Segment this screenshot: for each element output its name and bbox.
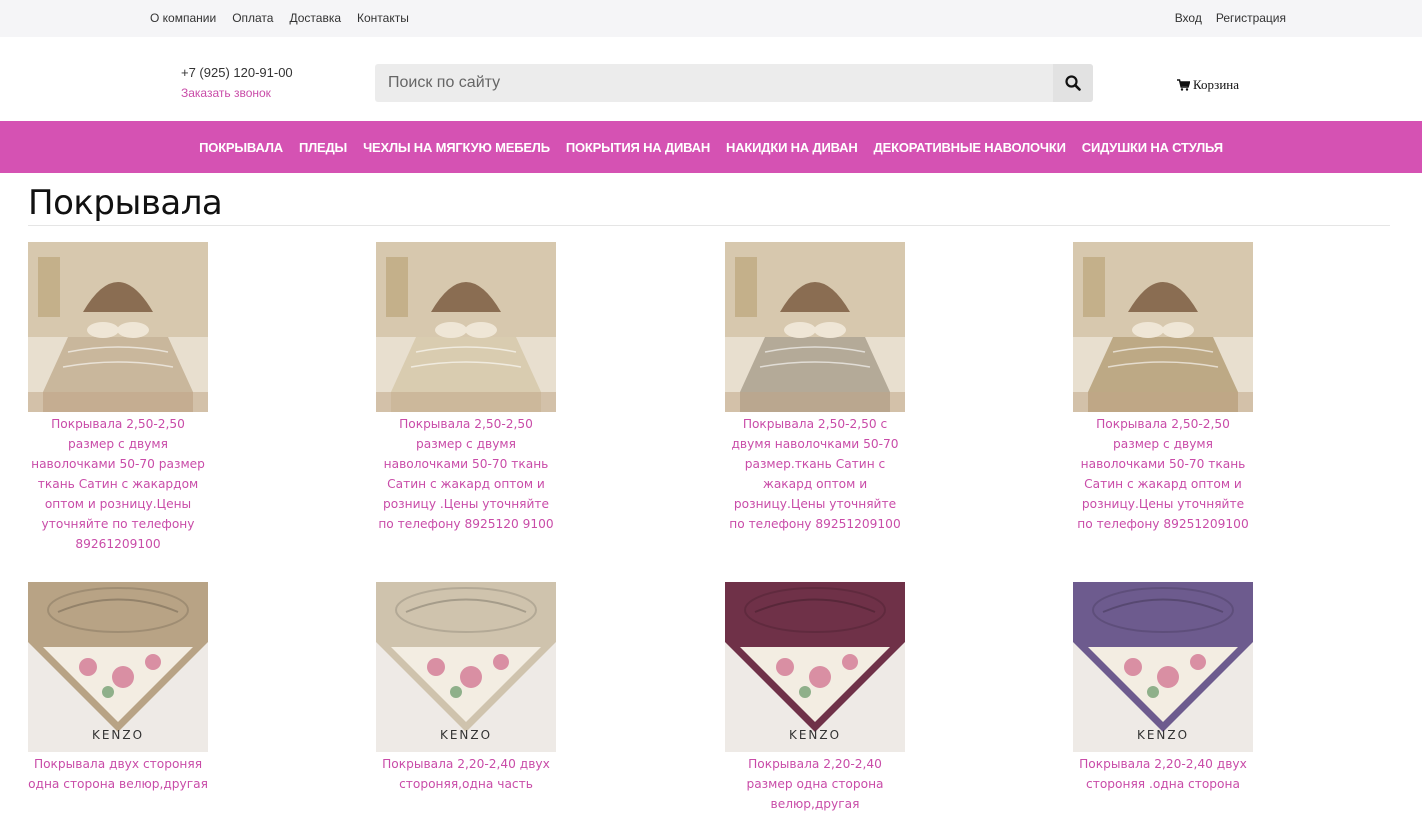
link-about[interactable]: О компании	[150, 11, 216, 25]
nav-furniture-covers[interactable]: ЧЕХЛЫ НА МЯГКУЮ МЕБЕЛЬ	[363, 140, 550, 155]
product-image	[376, 582, 556, 752]
product-caption[interactable]: Покрывала 2,50-2,50 с двумя наволочками …	[725, 414, 905, 534]
top-links: О компании Оплата Доставка Контакты	[150, 11, 409, 25]
brand-watermark: KENZO	[1136, 728, 1190, 742]
product-card[interactable]: Покрывала 2,50-2,50 с двумя наволочками …	[725, 242, 905, 534]
page-title: Покрывала	[28, 183, 223, 223]
product-caption[interactable]: Покрывала 2,20-2,40 размер одна сторона …	[725, 754, 905, 814]
product-image	[376, 242, 556, 412]
search-box	[375, 64, 1093, 102]
product-image	[725, 582, 905, 752]
auth-links: Вход Регистрация	[1175, 11, 1286, 25]
product-caption[interactable]: Покрывала 2,20-2,40 двух стороняя .одна …	[1073, 754, 1253, 794]
nav-plaids[interactable]: ПЛЕДЫ	[299, 140, 347, 155]
product-card[interactable]: KENZO Покрывала 2,20-2,40 размер одна сто…	[725, 582, 905, 814]
product-card[interactable]: KENZO Покрывала 2,20-2,40 двух стороняя .…	[1073, 582, 1253, 794]
callback-link[interactable]: Заказать звонок	[181, 86, 271, 100]
nav-sofa-throws[interactable]: НАКИДКИ НА ДИВАН	[726, 140, 858, 155]
product-caption[interactable]: Покрывала 2,50-2,50 размер с двумя навол…	[376, 414, 556, 534]
login-link[interactable]: Вход	[1175, 11, 1202, 25]
product-card[interactable]: Покрывала 2,50-2,50 размер с двумя навол…	[376, 242, 556, 534]
product-caption[interactable]: Покрывала двух стороняя одна сторона вел…	[28, 754, 208, 794]
brand-watermark: KENZO	[788, 728, 842, 742]
nav-bedspreads[interactable]: ПОКРЫВАЛА	[199, 140, 283, 155]
search-input[interactable]	[375, 64, 1053, 102]
top-bar: О компании Оплата Доставка Контакты Вход…	[0, 0, 1422, 37]
link-payment[interactable]: Оплата	[232, 11, 273, 25]
cart-button[interactable]: Корзина	[1177, 77, 1239, 93]
header: +7 (925) 120-91-00 Заказать звонок Корзи…	[0, 37, 1422, 121]
search-button[interactable]	[1053, 64, 1093, 102]
cart-label: Корзина	[1193, 77, 1240, 92]
product-card[interactable]: Покрывала 2,50-2,50 размер с двумя навол…	[1073, 242, 1253, 534]
cart-icon	[1177, 79, 1190, 91]
nav-chair-pads[interactable]: СИДУШКИ НА СТУЛЬЯ	[1082, 140, 1223, 155]
nav-sofa-coverings[interactable]: ПОКРЫТИЯ НА ДИВАН	[566, 140, 710, 155]
category-nav: ПОКРЫВАЛА ПЛЕДЫ ЧЕХЛЫ НА МЯГКУЮ МЕБЕЛЬ П…	[0, 121, 1422, 173]
product-caption[interactable]: Покрывала 2,50-2,50 размер с двумя навол…	[1073, 414, 1253, 534]
register-link[interactable]: Регистрация	[1216, 11, 1286, 25]
brand-watermark: KENZO	[91, 728, 145, 742]
title-divider	[28, 225, 1390, 226]
product-image	[725, 242, 905, 412]
product-caption[interactable]: Покрывала 2,50-2,50 размер с двумя навол…	[28, 414, 208, 554]
product-image	[28, 242, 208, 412]
product-image	[1073, 242, 1253, 412]
search-icon	[1065, 75, 1081, 91]
phone-number: +7 (925) 120-91-00	[181, 65, 293, 80]
product-image	[28, 582, 208, 752]
product-card[interactable]: KENZO Покрывала 2,20-2,40 двух стороняя,о…	[376, 582, 556, 794]
nav-decorative-pillowcases[interactable]: ДЕКОРАТИВНЫЕ НАВОЛОЧКИ	[874, 140, 1066, 155]
product-card[interactable]: Покрывала 2,50-2,50 размер с двумя навол…	[28, 242, 208, 554]
link-contacts[interactable]: Контакты	[357, 11, 409, 25]
product-caption[interactable]: Покрывала 2,20-2,40 двух стороняя,одна ч…	[376, 754, 556, 794]
link-delivery[interactable]: Доставка	[289, 11, 341, 25]
product-image	[1073, 582, 1253, 752]
brand-watermark: KENZO	[439, 728, 493, 742]
product-card[interactable]: KENZO Покрывала двух стороняя одна сторон…	[28, 582, 208, 794]
